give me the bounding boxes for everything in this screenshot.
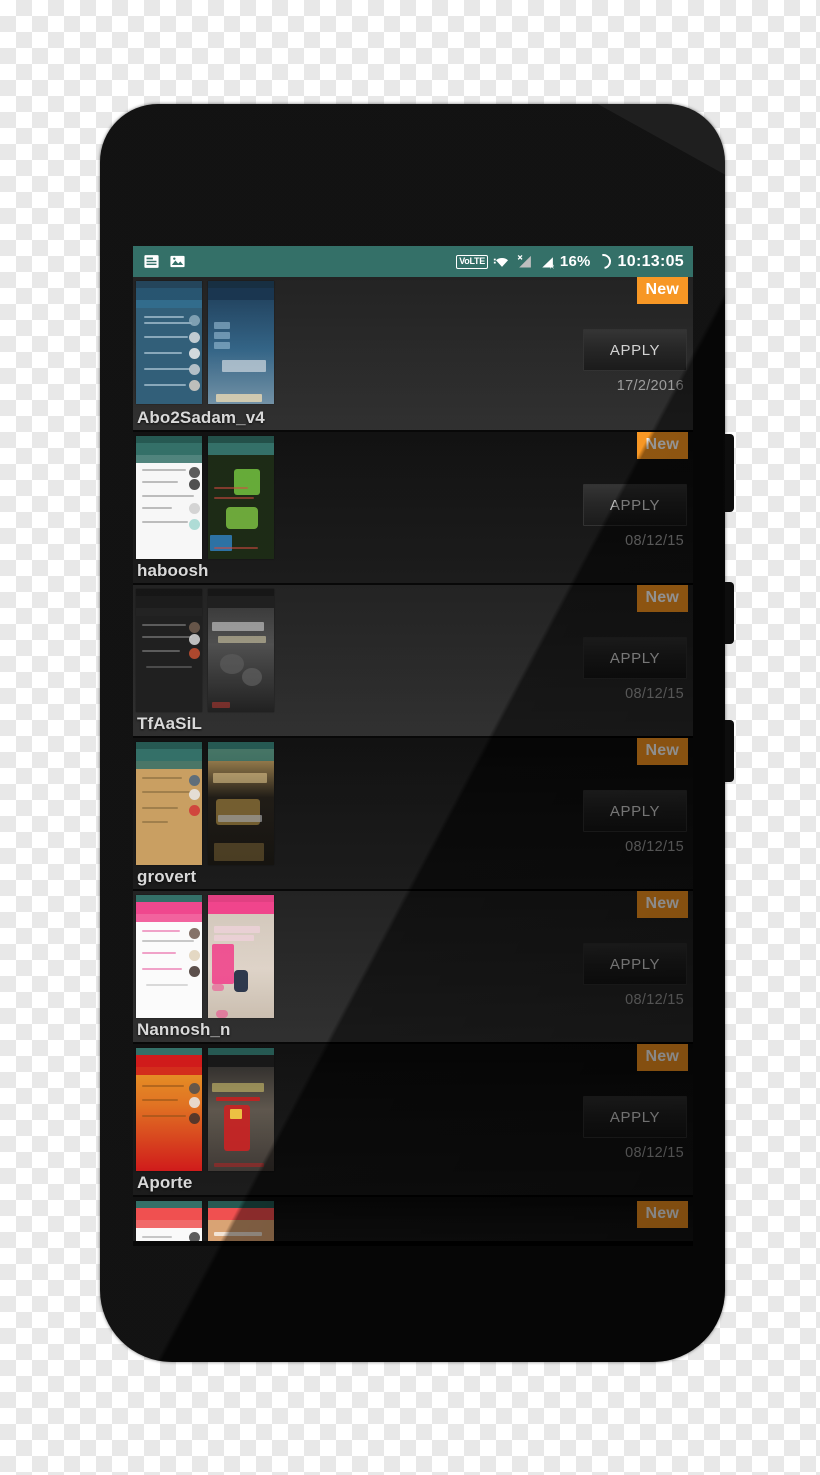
new-badge: New xyxy=(636,277,688,304)
status-bar-indicators: VoLTE R 16% 10:13:05 xyxy=(456,251,684,272)
phone-device: VoLTE R 16% 10:13:05 New APPLY 17/2/2016… xyxy=(100,104,734,1362)
battery-ring-icon xyxy=(592,251,614,272)
status-bar-clock: 10:13:05 xyxy=(617,252,684,270)
theme-preview-thumbnails[interactable] xyxy=(136,281,274,404)
theme-thumbnail-1[interactable] xyxy=(136,895,202,1018)
new-badge: New xyxy=(636,432,688,459)
theme-list[interactable]: New APPLY 17/2/2016 Abo2Sadam_v4 New APP… xyxy=(133,277,693,1246)
theme-date: 08/12/15 xyxy=(625,992,684,1008)
new-badge: New xyxy=(636,585,688,612)
theme-thumbnail-1[interactable] xyxy=(136,1048,202,1171)
theme-date: 08/12/15 xyxy=(625,1145,684,1161)
document-icon xyxy=(144,255,159,268)
theme-thumbnail-2[interactable] xyxy=(208,1201,274,1241)
signal-no-service-icon xyxy=(517,255,531,268)
theme-date: 08/12/15 xyxy=(625,533,684,549)
theme-thumbnail-2[interactable] xyxy=(208,589,274,712)
theme-thumbnail-1[interactable] xyxy=(136,281,202,404)
volte-icon: VoLTE xyxy=(456,254,488,269)
new-badge: New xyxy=(636,1044,688,1071)
theme-preview-thumbnails[interactable] xyxy=(136,895,274,1018)
theme-thumbnail-2[interactable] xyxy=(208,1048,274,1171)
volume-up-button[interactable] xyxy=(723,434,734,512)
theme-preview-thumbnails[interactable] xyxy=(136,1201,274,1241)
apply-button[interactable]: APPLY xyxy=(583,329,687,371)
theme-date: 08/12/15 xyxy=(625,686,684,702)
status-bar-notifications xyxy=(143,253,186,270)
apply-button[interactable]: APPLY xyxy=(583,790,687,832)
theme-thumbnail-2[interactable] xyxy=(208,742,274,865)
apply-button[interactable]: APPLY xyxy=(583,637,687,679)
list-item[interactable]: New APPLY 08/12/15 haboosh xyxy=(133,430,693,583)
theme-thumbnail-1[interactable] xyxy=(136,436,202,559)
theme-name: grovert xyxy=(137,867,197,886)
new-badge: New xyxy=(636,1201,688,1228)
wifi-icon xyxy=(493,257,508,267)
theme-name: Nannosh_n xyxy=(137,1020,231,1039)
list-item[interactable]: New APPLY 08/12/15 Aporte xyxy=(133,1042,693,1195)
battery-percentage: 16% xyxy=(559,253,591,270)
theme-name: Aporte xyxy=(137,1173,193,1192)
theme-preview-thumbnails[interactable] xyxy=(136,742,274,865)
theme-name: Abo2Sadam_v4 xyxy=(137,408,265,427)
apply-button[interactable]: APPLY xyxy=(583,943,687,985)
theme-name: haboosh xyxy=(137,561,209,580)
theme-thumbnail-2[interactable] xyxy=(208,436,274,559)
theme-preview-thumbnails[interactable] xyxy=(136,436,274,559)
new-badge: New xyxy=(636,738,688,765)
list-item[interactable]: New xyxy=(133,1195,693,1241)
theme-thumbnail-1[interactable] xyxy=(136,589,202,712)
apply-button[interactable]: APPLY xyxy=(583,484,687,526)
list-item[interactable]: New APPLY 08/12/15 grovert xyxy=(133,736,693,889)
theme-name: TfAaSiL xyxy=(137,714,202,733)
list-item[interactable]: New APPLY 08/12/15 Nannosh_n xyxy=(133,889,693,1042)
phone-screen: VoLTE R 16% 10:13:05 New APPLY 17/2/2016… xyxy=(133,246,693,1246)
list-item[interactable]: New APPLY 08/12/15 TfAaSiL xyxy=(133,583,693,736)
theme-date: 17/2/2016 xyxy=(616,378,684,394)
gallery-image-icon xyxy=(170,255,185,268)
list-item[interactable]: New APPLY 17/2/2016 Abo2Sadam_v4 xyxy=(133,277,693,430)
theme-thumbnail-2[interactable] xyxy=(208,281,274,404)
svg-text:R: R xyxy=(550,265,554,270)
signal-roaming-icon: R xyxy=(542,257,554,270)
theme-thumbnail-1[interactable] xyxy=(136,1201,202,1241)
status-bar: VoLTE R 16% 10:13:05 xyxy=(133,246,693,277)
theme-preview-thumbnails[interactable] xyxy=(136,589,274,712)
theme-thumbnail-2[interactable] xyxy=(208,895,274,1018)
theme-date: 08/12/15 xyxy=(625,839,684,855)
theme-thumbnail-1[interactable] xyxy=(136,742,202,865)
new-badge: New xyxy=(636,891,688,918)
apply-button[interactable]: APPLY xyxy=(583,1096,687,1138)
volume-down-button[interactable] xyxy=(723,582,734,644)
power-button[interactable] xyxy=(723,720,734,782)
theme-preview-thumbnails[interactable] xyxy=(136,1048,274,1171)
